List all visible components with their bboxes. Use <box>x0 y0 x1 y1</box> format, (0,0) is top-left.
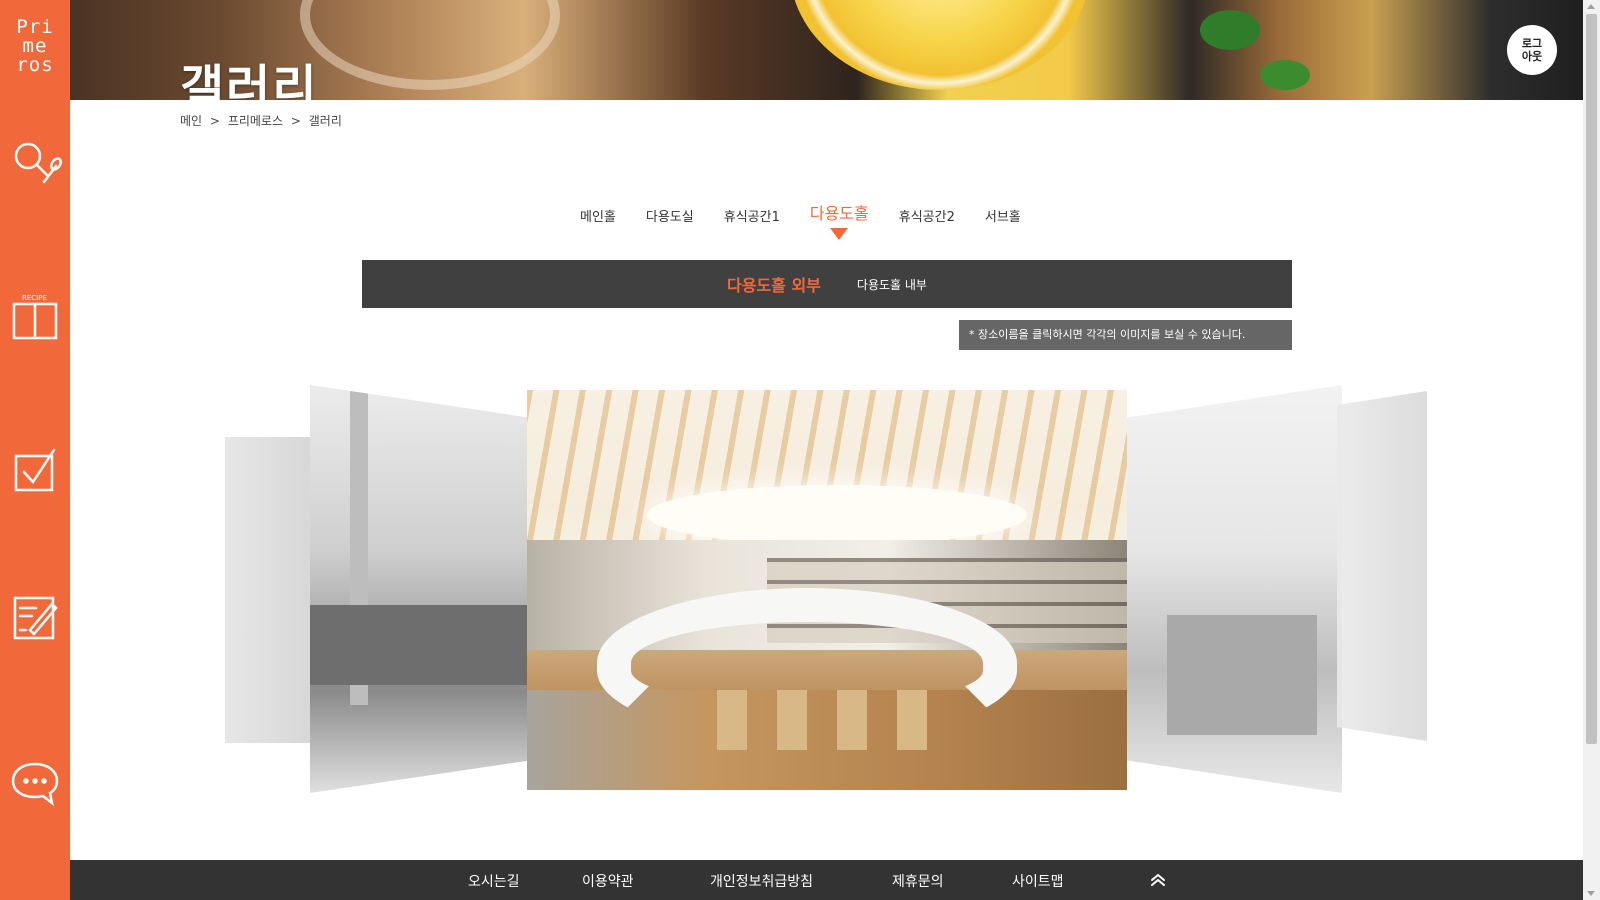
page-title: 갤러리 <box>180 60 319 100</box>
scroll-down-icon[interactable] <box>1587 891 1595 896</box>
recipe-book-icon[interactable]: RECIPE <box>8 290 62 344</box>
checklist-icon[interactable] <box>8 442 62 496</box>
footer-link-partnership[interactable]: 제휴문의 <box>892 871 944 891</box>
footer: 오시는길 이용약관 개인정보취급방침 제휴문의 사이트맵 <box>70 860 1583 900</box>
scroll-thumb[interactable] <box>1586 14 1597 744</box>
banner-jar-image <box>300 0 560 90</box>
banner-herb-image <box>1200 10 1260 50</box>
chat-icon[interactable] <box>8 756 62 810</box>
breadcrumb-separator: > <box>209 114 220 128</box>
subtab-bar: 다용도홀 외부 다용도홀 내부 <box>362 260 1292 308</box>
left-sidebar: Pri me ros RECIPE <box>0 0 70 900</box>
scroll-top-icon[interactable] <box>1148 870 1168 890</box>
gallery-slide-right[interactable] <box>1127 385 1342 793</box>
banner-lemon-image <box>790 0 1090 90</box>
gallery-tabs: 메인홀 다용도실 휴식공간1 다용도홀 휴식공간2 서브홀 <box>580 204 1051 225</box>
breadcrumb-item[interactable]: 프리메로스 <box>228 114 283 128</box>
tab-lounge-2[interactable]: 휴식공간2 <box>899 206 955 225</box>
photo-curved-counter <box>597 588 1017 738</box>
primeros-logo[interactable]: Pri me ros <box>0 18 70 75</box>
subtab-exterior[interactable]: 다용도홀 외부 <box>727 272 821 296</box>
footer-link-directions[interactable]: 오시는길 <box>468 871 520 891</box>
scroll-up-icon[interactable] <box>1587 4 1595 9</box>
tab-lounge-1[interactable]: 휴식공간1 <box>724 206 780 225</box>
tab-sub-hall[interactable]: 서브홀 <box>985 206 1021 225</box>
logout-label-line1: 로그 <box>1521 37 1543 50</box>
banner-herb-image <box>1260 60 1310 90</box>
header-banner: 갤러리 로그 아웃 <box>70 0 1583 100</box>
footer-link-sitemap[interactable]: 사이트맵 <box>1012 871 1064 891</box>
breadcrumb-item: 갤러리 <box>308 114 342 128</box>
write-icon[interactable] <box>8 590 62 644</box>
gallery-slide-main[interactable] <box>527 390 1127 790</box>
breadcrumb: 메인 > 프리메로스 > 갤러리 <box>180 112 346 129</box>
slide-kitchen-island <box>1167 615 1317 735</box>
gallery-slide-far-right[interactable] <box>1337 391 1427 741</box>
gallery-slide-far-left[interactable] <box>225 437 315 743</box>
footer-link-privacy[interactable]: 개인정보취급방침 <box>710 871 813 891</box>
svg-text:RECIPE: RECIPE <box>22 294 47 302</box>
tab-multipurpose-room[interactable]: 다용도실 <box>646 206 694 225</box>
search-spoon-icon[interactable] <box>8 136 62 190</box>
slide-shelf <box>310 605 530 685</box>
gallery-slide-left[interactable] <box>310 385 530 793</box>
breadcrumb-separator: > <box>290 114 301 128</box>
tab-multipurpose-hall[interactable]: 다용도홀 <box>810 200 869 225</box>
logo-line: ros <box>16 54 54 76</box>
subtab-interior[interactable]: 다용도홀 내부 <box>857 276 927 293</box>
gallery-carousel <box>225 385 1430 795</box>
photo-ceiling-light <box>647 485 1027 545</box>
breadcrumb-item[interactable]: 메인 <box>180 114 202 128</box>
logout-label-line2: 아웃 <box>1521 50 1543 63</box>
tab-main-hall[interactable]: 메인홀 <box>580 206 616 225</box>
logout-button[interactable]: 로그 아웃 <box>1507 25 1557 75</box>
gallery-notice: * 장소이름을 클릭하시면 각각의 이미지를 보실 수 있습니다. <box>959 320 1292 350</box>
vertical-scrollbar[interactable] <box>1583 0 1600 900</box>
footer-link-terms[interactable]: 이용약관 <box>582 871 634 891</box>
